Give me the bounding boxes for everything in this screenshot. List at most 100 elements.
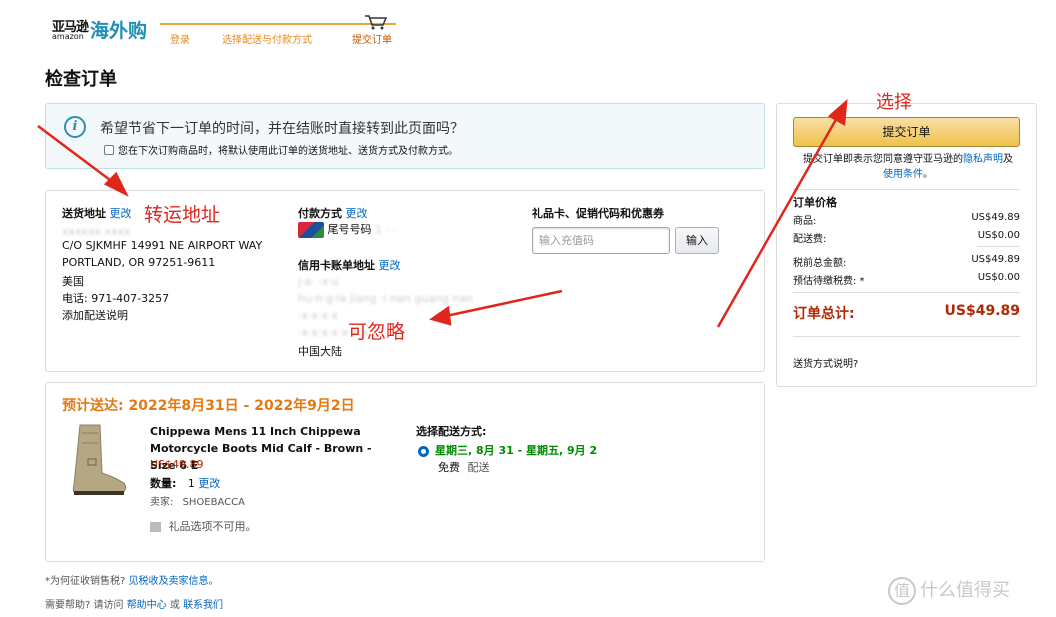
add-delivery-instructions-link[interactable]: 添加配送说明 xyxy=(62,307,128,323)
address-phone: 电话: 971-407-3257 xyxy=(62,292,170,305)
or-text: 或 xyxy=(169,600,180,611)
unionpay-card-icon xyxy=(298,222,324,238)
address-line-2: PORTLAND, OR 97251-9611 xyxy=(62,256,216,269)
quantity-row: 数量: 1 更改 xyxy=(150,475,220,491)
order-price-title: 订单价格 xyxy=(793,196,837,209)
address-country: 美国 xyxy=(62,275,84,288)
address-line-1: C/O SJKMHF 14991 NE AIRPORT WAY xyxy=(62,239,263,252)
divider xyxy=(793,336,1020,337)
delivery-label: 配送 xyxy=(467,461,490,474)
place-order-button[interactable]: 提交订单 xyxy=(793,117,1020,147)
shipping-address-heading: 送货地址 更改 xyxy=(62,205,132,221)
shipping-info-link[interactable]: 送货方式说明? xyxy=(793,355,1020,370)
summary-row-shipping: 配送费: US$0.00 xyxy=(793,230,1020,245)
tax-info-link[interactable]: 见税收及卖家信息。 xyxy=(129,576,219,587)
row-label: 商品: xyxy=(793,216,817,227)
checkbox-label: 您在下次订购商品时，将默认使用此订单的送货地址、送货方式及付款方式。 xyxy=(118,146,458,157)
help-center-link[interactable]: 帮助中心 xyxy=(127,600,167,611)
summary-row-tax: 预估待缴税费: * US$0.00 xyxy=(793,272,1020,287)
agree-text: 提交订单即表示您同意遵守亚马逊的 xyxy=(803,154,963,165)
default-settings-checkbox[interactable]: 您在下次订购商品时，将默认使用此订单的送货地址、送货方式及付款方式。 xyxy=(104,142,458,157)
billing-line-blurred: ·x·x·x·x xyxy=(298,309,339,322)
payment-card: 尾号号码 1 · · xyxy=(298,221,396,238)
checkout-progress-bar xyxy=(160,23,396,25)
gift-note-text: 礼品选项不可用。 xyxy=(168,520,257,533)
logo-en-text: amazon xyxy=(52,32,84,41)
delivery-option-radio[interactable]: 星期三, 8月 31 - 星期五, 9月 2 xyxy=(418,442,597,458)
billing-line-blurred: j·a· ·x·u xyxy=(298,275,339,288)
radio-selected[interactable] xyxy=(418,445,429,457)
page-title: 检查订单 xyxy=(45,69,117,90)
payment-method-label: 付款方式 xyxy=(298,207,342,220)
change-address-link[interactable]: 更改 xyxy=(110,207,132,220)
billing-address-heading: 信用卡账单地址 更改 xyxy=(298,257,401,273)
product-price: US$49.89 xyxy=(150,458,204,471)
delivery-price: 免费 配送 xyxy=(438,459,490,475)
help-footer: 需要帮助? 请访问 帮助中心 或 联系我们 xyxy=(45,596,223,611)
shipping-address-label: 送货地址 xyxy=(62,207,106,220)
gift-icon xyxy=(150,522,161,532)
watermark-logo-icon: 值 xyxy=(888,577,916,605)
watermark: 值什么值得买 xyxy=(888,576,1010,605)
checkbox-box[interactable] xyxy=(104,144,114,155)
divider xyxy=(977,246,1020,247)
total-label: 订单总计: xyxy=(793,306,855,322)
recipient-name-blurred: xxxxxx xxxx xyxy=(62,225,131,238)
change-payment-link[interactable]: 更改 xyxy=(346,207,368,220)
divider xyxy=(793,189,1020,190)
card-number-blurred: 1 · · xyxy=(375,223,396,236)
row-value: US$49.89 xyxy=(971,212,1020,223)
divider xyxy=(793,292,1020,293)
annotation-select: 选择 xyxy=(876,92,912,113)
summary-row-items: 商品: US$49.89 xyxy=(793,212,1020,227)
row-label: 配送费: xyxy=(793,234,827,245)
seller-name: SHOEBACCA xyxy=(182,497,245,508)
row-value: US$49.89 xyxy=(971,254,1020,265)
logo-global-text: 海外购 xyxy=(90,20,148,42)
gift-card-label: 礼品卡、促销代码和优惠券 xyxy=(532,207,664,220)
contact-us-link[interactable]: 联系我们 xyxy=(183,600,223,611)
card-ending-text: 尾号号码 xyxy=(327,223,372,236)
banner-question: 希望节省下一订单的时间，并在结账时直接转到此页面吗？ xyxy=(100,121,464,137)
row-label: 税前总金额: xyxy=(793,258,847,269)
quantity-value: 1 xyxy=(187,477,195,490)
free-label: 免费 xyxy=(438,461,460,474)
product-image-boot[interactable] xyxy=(66,423,130,497)
step-shipping-payment: 选择配送与付款方式 xyxy=(222,35,312,46)
delivery-option-label: 选择配送方式: xyxy=(416,425,487,438)
info-icon: i xyxy=(64,116,86,138)
estimated-delivery: 预计送达: 2022年8月31日 - 2022年9月2日 xyxy=(62,398,355,414)
step-place-order: 提交订单 xyxy=(352,35,392,46)
change-quantity-link[interactable]: 更改 xyxy=(198,477,220,490)
help-prefix: 需要帮助? 请访问 xyxy=(45,600,124,611)
annotation-ignore: 可忽略 xyxy=(348,321,406,343)
checkout-header: 亚马逊 amazon 海外购 登录 选择配送与付款方式 提交订单 xyxy=(52,12,412,48)
seller-label: 卖家: xyxy=(150,497,174,508)
terms-link[interactable]: 使用条件 xyxy=(883,169,923,180)
privacy-link[interactable]: 隐私声明 xyxy=(963,154,1003,165)
save-time-banner: i 希望节省下一订单的时间，并在结账时直接转到此页面吗？ 您在下次订购商品时，将… xyxy=(45,103,765,169)
and-text: 及 xyxy=(1003,154,1013,165)
tax-question: *为何征收销售税? xyxy=(45,576,126,587)
apply-code-button[interactable]: 输入 xyxy=(675,227,719,254)
billing-country: 中国大陆 xyxy=(298,345,342,358)
watermark-text: 什么值得买 xyxy=(920,580,1010,601)
step-signin: 登录 xyxy=(170,35,190,46)
gift-code-input[interactable]: 输入充值码 xyxy=(532,227,670,254)
summary-row-pretax: 税前总金额: US$49.89 xyxy=(793,254,1020,269)
row-value: US$0.00 xyxy=(977,230,1020,241)
quantity-label: 数量: xyxy=(150,477,177,490)
terms-agreement: 提交订单即表示您同意遵守亚马逊的隐私声明及 使用条件。 xyxy=(793,152,1023,182)
amazon-global-logo[interactable]: 亚马逊 amazon 海外购 xyxy=(52,16,147,42)
change-billing-link[interactable]: 更改 xyxy=(379,259,401,272)
gift-option-note: 礼品选项不可用。 xyxy=(150,518,257,534)
billing-line-blurred: hu·n·g·la jiang ·i·nan guang nan xyxy=(298,292,474,305)
order-summary-panel: 提交订单 提交订单即表示您同意遵守亚马逊的隐私声明及 使用条件。 订单价格 商品:… xyxy=(776,103,1037,387)
total-value: US$49.89 xyxy=(944,303,1020,319)
cart-icon xyxy=(365,15,388,30)
order-total: 订单总计: US$49.89 xyxy=(793,303,1020,323)
payment-method-heading: 付款方式 更改 xyxy=(298,205,368,221)
delivery-option-text: 星期三, 8月 31 - 星期五, 9月 2 xyxy=(435,444,598,457)
seller-row: 卖家: SHOEBACCA xyxy=(150,493,245,508)
shipment-panel: 预计送达: 2022年8月31日 - 2022年9月2日 Chippewa Me… xyxy=(45,382,765,562)
